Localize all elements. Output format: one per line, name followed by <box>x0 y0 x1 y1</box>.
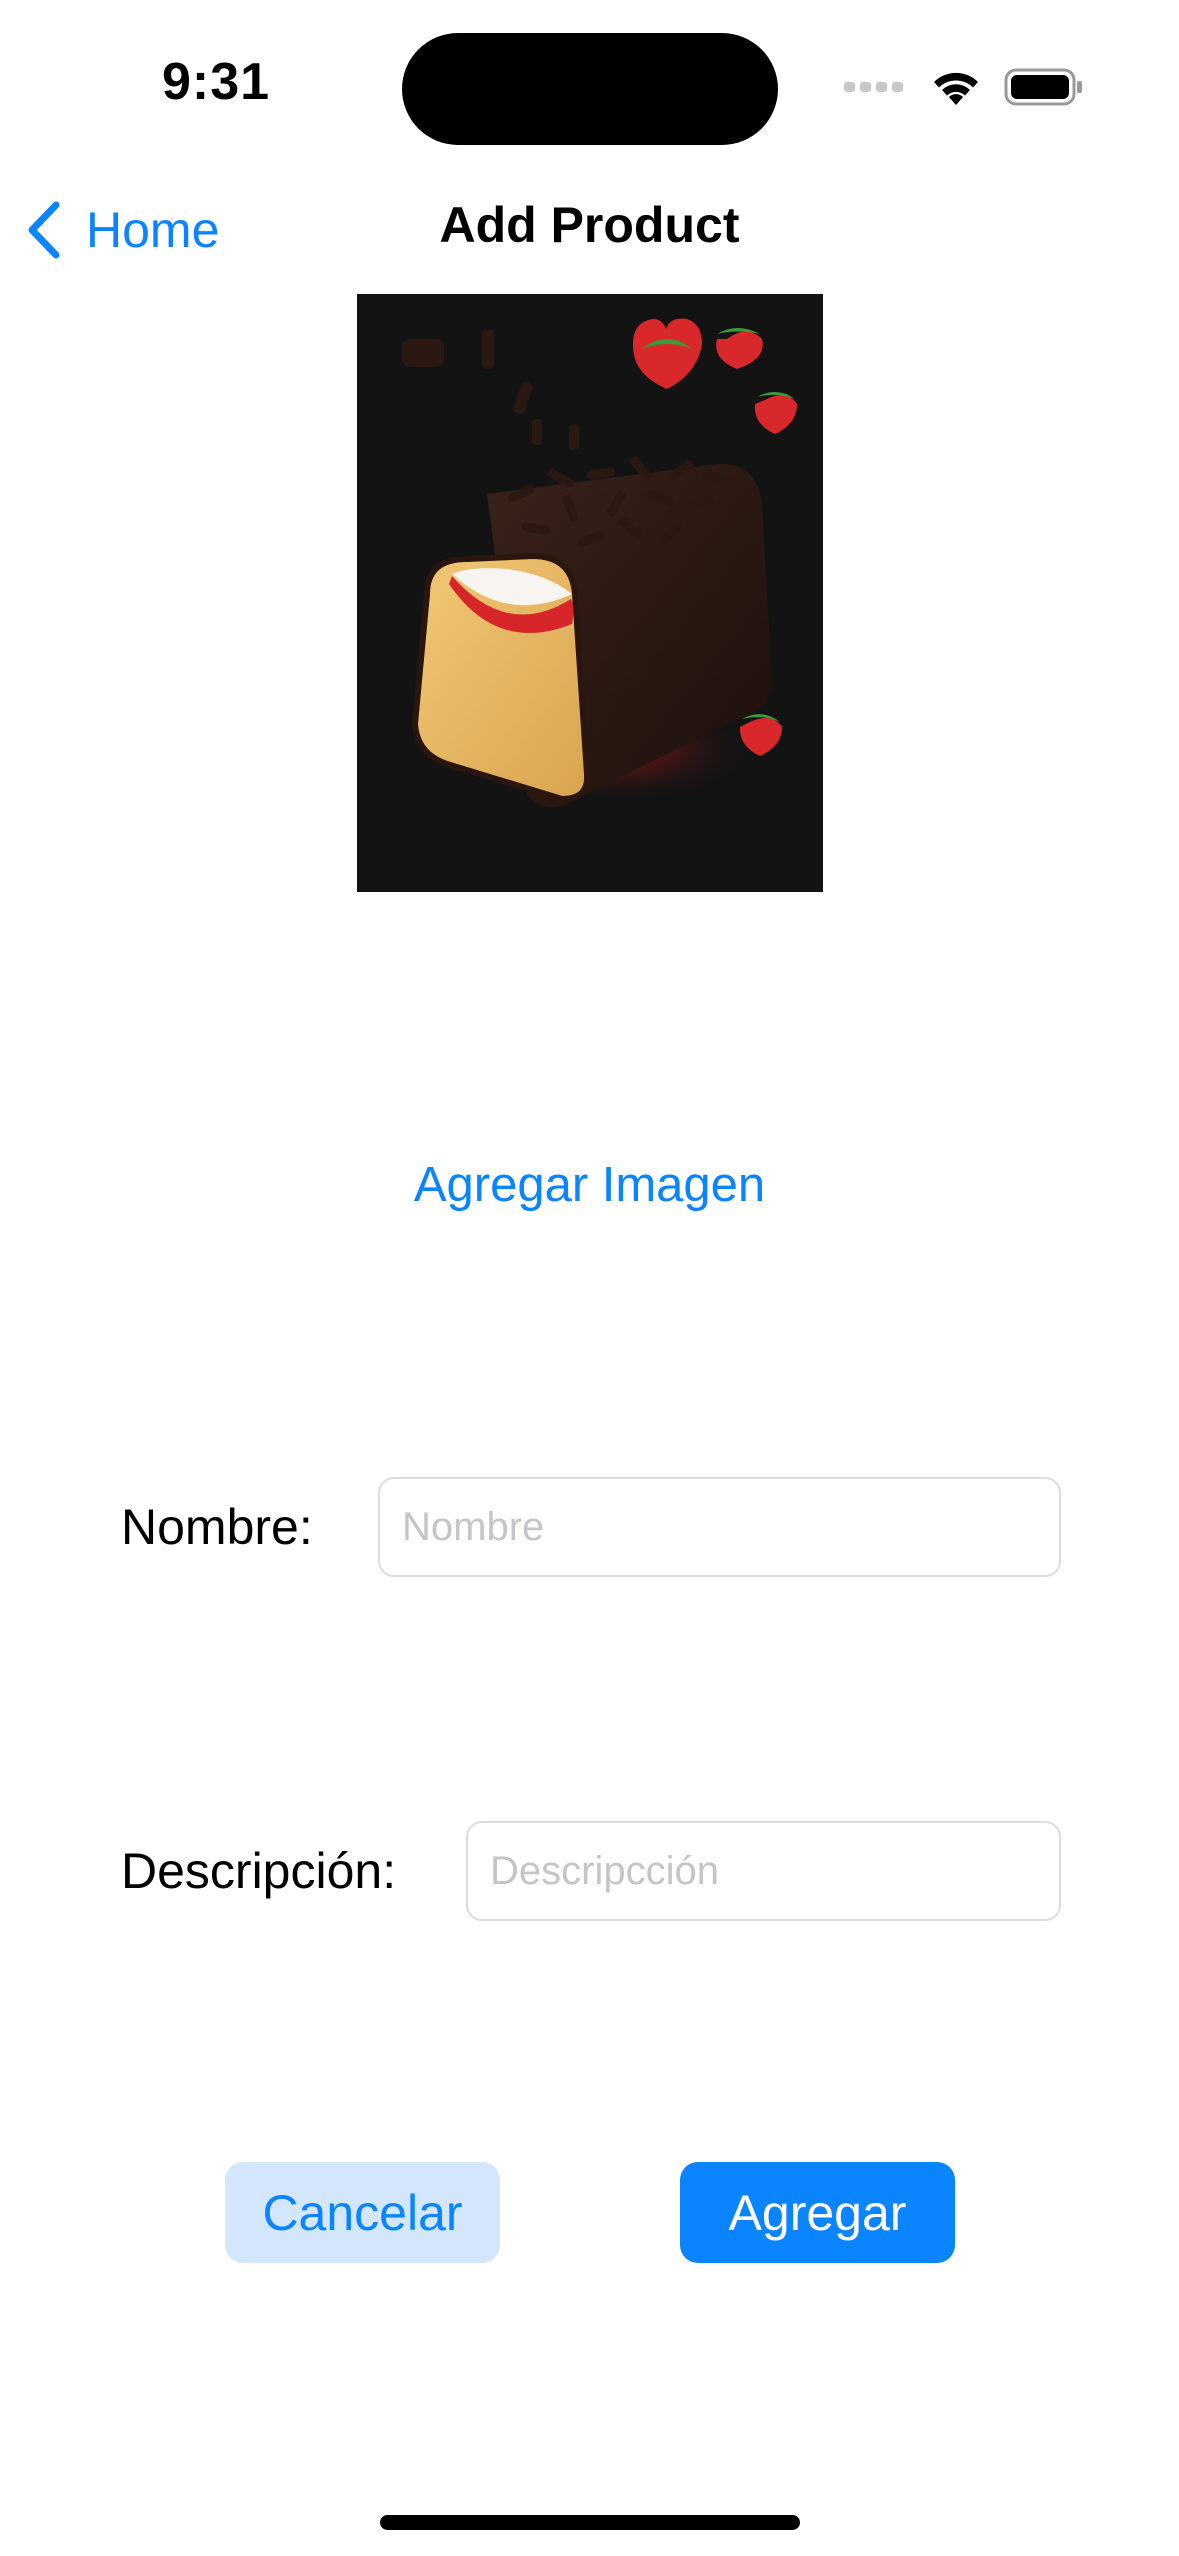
dynamic-island <box>402 33 778 145</box>
battery-icon <box>1004 67 1084 107</box>
page-title: Add Product <box>439 197 740 253</box>
home-indicator[interactable] <box>380 2515 800 2530</box>
cellular-dots-icon <box>844 80 904 94</box>
name-label: Nombre: <box>121 1499 313 1555</box>
add-button[interactable]: Agregar <box>680 2162 955 2263</box>
wifi-icon <box>930 67 982 107</box>
status-time: 9:31 <box>162 53 271 111</box>
description-input[interactable] <box>466 1821 1061 1921</box>
product-image <box>357 294 823 892</box>
cancel-button[interactable]: Cancelar <box>225 2162 500 2263</box>
add-image-button[interactable]: Agregar Imagen <box>0 1157 1179 1213</box>
status-icons <box>844 62 1084 112</box>
description-label: Descripción: <box>121 1843 397 1899</box>
name-input[interactable] <box>378 1477 1061 1577</box>
